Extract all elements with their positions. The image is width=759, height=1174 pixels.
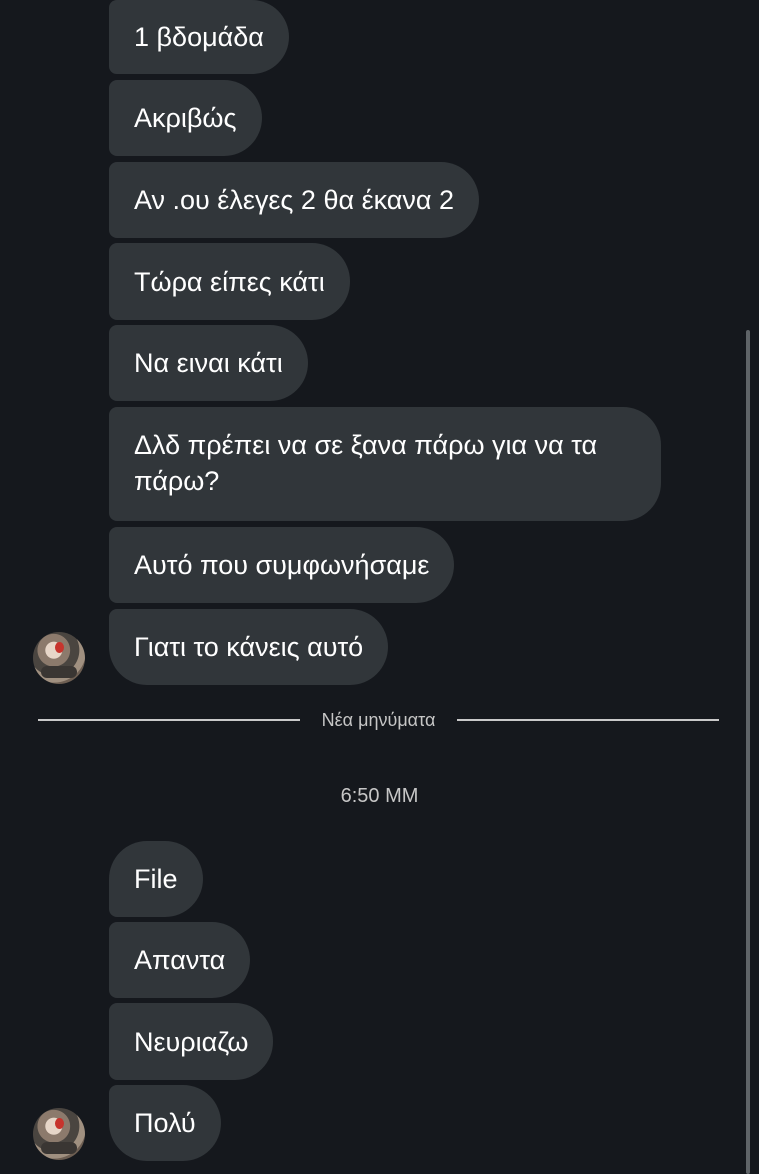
message-bubble[interactable]: Να ειναι κάτι <box>109 325 308 401</box>
message-bubble[interactable]: Απαντα <box>109 922 251 998</box>
message-text: Τώρα είπες κάτι <box>134 266 325 297</box>
message-bubble[interactable]: Τώρα είπες κάτι <box>109 243 350 320</box>
message-bubble[interactable]: Γιατι το κάνεις αυτό <box>109 609 389 685</box>
message-bubble[interactable]: Αν .ου έλεγες 2 θα έκανα 2 <box>109 162 480 238</box>
divider-line <box>457 719 720 721</box>
message-bubble[interactable]: Ακριβώς <box>109 80 262 156</box>
message-text: Νευριαζω <box>134 1026 249 1057</box>
message-text: Ακριβώς <box>134 103 237 133</box>
message-text: Δλδ πρέπει να σε ξανα πάρω για να τα πάρ… <box>134 430 598 496</box>
message-text: Να ειναι κάτι <box>134 348 283 378</box>
message-text: Πολύ <box>134 1108 196 1138</box>
sender-avatar[interactable] <box>33 1108 85 1160</box>
message-bubble[interactable]: File <box>109 841 203 917</box>
message-bubble[interactable]: Νευριαζω <box>109 1003 274 1080</box>
sender-avatar[interactable] <box>33 632 85 684</box>
divider-line <box>38 719 300 721</box>
message-timestamp: 6:50 ΜΜ <box>340 785 419 807</box>
message-text: Απαντα <box>134 945 226 975</box>
message-text: Αν .ου έλεγες 2 θα έκανα 2 <box>134 185 455 215</box>
message-text: 1 βδομάδα <box>134 22 264 52</box>
chat-thread: 1 βδομάδα Ακριβώς Αν .ου έλεγες 2 θα έκα… <box>0 0 759 1174</box>
message-text: File <box>134 864 178 894</box>
message-bubble[interactable]: Πολύ <box>109 1085 221 1161</box>
divider-label: Νέα μηνύματα <box>321 709 436 730</box>
new-messages-divider: Νέα μηνύματα <box>38 707 720 733</box>
scrollbar[interactable] <box>746 330 750 1174</box>
message-bubble[interactable]: Δλδ πρέπει να σε ξανα πάρω για να τα πάρ… <box>109 407 661 521</box>
message-text: Αυτό που συμφωνήσαμε <box>134 550 430 580</box>
message-text: Γιατι το κάνεις αυτό <box>134 632 364 662</box>
message-bubble[interactable]: Αυτό που συμφωνήσαμε <box>109 527 455 603</box>
message-bubble[interactable]: 1 βδομάδα <box>109 0 289 74</box>
